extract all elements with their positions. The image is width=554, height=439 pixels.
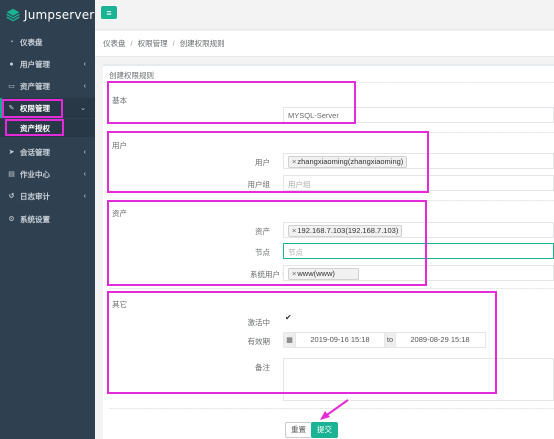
chevron-left-icon: ‹ [83,170,86,178]
sidebar-item-label: 用户管理 [20,59,50,69]
sidebar-item-assets[interactable]: ▭ 资产管理 ‹ [0,76,95,96]
hamburger-icon: ≡ [106,7,112,18]
breadcrumb-separator: / [130,39,133,48]
users-icon: ● [9,60,14,68]
sidebar: Jumpserver ◔ 仪表盘 ● 用户管理 ‹ ▭ 资产管理 ‹ ✎ 权限管… [0,0,95,439]
sidebar-item-sessions[interactable]: ➤ 会话管理 ‹ [0,142,95,162]
logo[interactable]: Jumpserver [0,0,95,30]
menu-toggle-button[interactable]: ≡ [101,6,117,19]
chevron-left-icon: ‹ [83,192,86,200]
highlight-box-asset-permission [5,119,64,136]
highlight-box-user [107,131,429,193]
sidebar-item-label: 资产管理 [20,81,50,91]
sidebar-item-audit[interactable]: ↺ 日志审计 ‹ [0,186,95,206]
rocket-icon: ➤ [8,149,15,156]
panel-title: 创建权限规则 [109,71,154,80]
breadcrumb-separator: / [172,39,175,48]
highlight-box-permissions [2,99,63,118]
jumpserver-logo-icon [6,8,20,22]
sidebar-item-users[interactable]: ● 用户管理 ‹ [0,54,95,74]
reset-button[interactable]: 重置 [285,422,312,438]
highlight-box-asset [107,200,427,286]
pointer-arrow-icon [320,399,349,420]
breadcrumb: 仪表盘 / 权限管理 / 创建权限规则 [95,31,554,57]
inbox-icon: ▭ [8,83,15,90]
chevron-left-icon: ‹ [83,82,86,90]
gears-icon: ⚙ [8,216,15,223]
chevron-left-icon: ‹ [83,60,86,68]
sidebar-item-dashboard[interactable]: ◔ 仪表盘 [0,32,95,52]
top-navbar: ≡ [95,0,554,30]
app-name: Jumpserver [24,8,95,22]
sidebar-item-label: 作业中心 [20,169,50,179]
sidebar-item-label: 会话管理 [20,147,50,157]
sidebar-item-label: 日志审计 [20,191,50,201]
breadcrumb-item[interactable]: 仪表盘 [103,38,126,49]
highlight-box-basic [107,81,356,124]
breadcrumb-item[interactable]: 权限管理 [138,38,168,49]
cart-icon: ▤ [8,171,15,178]
sidebar-item-label: 仪表盘 [20,37,43,47]
sidebar-item-settings[interactable]: ⚙ 系统设置 [0,209,95,229]
chevron-down-icon: ⌄ [80,105,86,112]
sidebar-item-jobs[interactable]: ▤ 作业中心 ‹ [0,164,95,184]
sidebar-item-label: 系统设置 [20,214,50,224]
chevron-left-icon: ‹ [83,148,86,156]
divider [109,288,554,289]
breadcrumb-current: 创建权限规则 [179,39,225,48]
history-icon: ↺ [8,193,15,200]
dashboard-icon: ◔ [9,38,14,46]
submit-button[interactable]: 提交 [311,422,338,438]
highlight-box-other [107,291,497,394]
